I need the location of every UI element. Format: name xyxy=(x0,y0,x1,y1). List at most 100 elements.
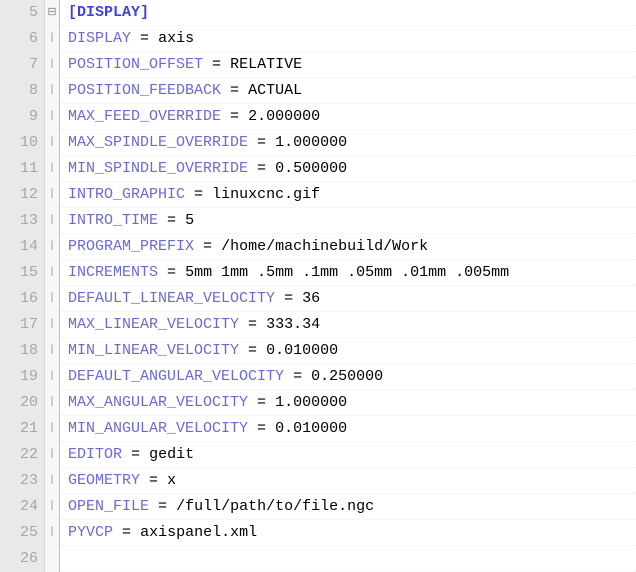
code-text[interactable]: DISPLAY = axis xyxy=(60,26,636,52)
ini-key: MIN_ANGULAR_VELOCITY xyxy=(68,420,248,437)
ini-value: 36 xyxy=(302,290,320,307)
code-text[interactable]: MAX_SPINDLE_OVERRIDE = 1.000000 xyxy=(60,130,636,156)
section-header: [DISPLAY] xyxy=(68,4,149,21)
code-line[interactable]: 21|MIN_ANGULAR_VELOCITY = 0.010000 xyxy=(0,416,636,442)
code-line[interactable]: 12|INTRO_GRAPHIC = linuxcnc.gif xyxy=(0,182,636,208)
fold-margin: | xyxy=(45,286,60,312)
fold-margin: | xyxy=(45,52,60,78)
code-line[interactable]: 26 xyxy=(0,546,636,572)
ini-value: 0.250000 xyxy=(311,368,383,385)
fold-margin: | xyxy=(45,104,60,130)
line-number: 21 xyxy=(0,416,45,442)
equals-sign: = xyxy=(131,446,140,463)
line-number: 26 xyxy=(0,546,45,572)
ini-key: INTRO_TIME xyxy=(68,212,158,229)
code-text[interactable]: GEOMETRY = x xyxy=(60,468,636,494)
ini-value: RELATIVE xyxy=(230,56,302,73)
equals-sign: = xyxy=(122,524,131,541)
code-line[interactable]: 6|DISPLAY = axis xyxy=(0,26,636,52)
line-number: 22 xyxy=(0,442,45,468)
code-line[interactable]: 23|GEOMETRY = x xyxy=(0,468,636,494)
ini-key: MAX_FEED_OVERRIDE xyxy=(68,108,221,125)
code-line[interactable]: 8|POSITION_FEEDBACK = ACTUAL xyxy=(0,78,636,104)
code-text[interactable]: INTRO_TIME = 5 xyxy=(60,208,636,234)
code-line[interactable]: 25|PYVCP = axispanel.xml xyxy=(0,520,636,546)
fold-margin xyxy=(45,546,60,572)
ini-key: INCREMENTS xyxy=(68,264,158,281)
code-text[interactable]: POSITION_OFFSET = RELATIVE xyxy=(60,52,636,78)
code-line[interactable]: 20|MAX_ANGULAR_VELOCITY = 1.000000 xyxy=(0,390,636,416)
fold-margin: | xyxy=(45,468,60,494)
line-number: 5 xyxy=(0,0,45,26)
code-text[interactable]: [DISPLAY] xyxy=(60,0,636,26)
fold-margin[interactable]: ⊟ xyxy=(45,0,60,26)
line-number: 14 xyxy=(0,234,45,260)
ini-value: 1.000000 xyxy=(275,394,347,411)
ini-key: MIN_SPINDLE_OVERRIDE xyxy=(68,160,248,177)
fold-collapse-icon[interactable]: ⊟ xyxy=(47,8,56,19)
fold-margin: | xyxy=(45,208,60,234)
code-text[interactable]: MAX_LINEAR_VELOCITY = 333.34 xyxy=(60,312,636,338)
line-number: 18 xyxy=(0,338,45,364)
line-number: 16 xyxy=(0,286,45,312)
code-editor[interactable]: 5⊟[DISPLAY]6|DISPLAY = axis7|POSITION_OF… xyxy=(0,0,636,572)
code-line[interactable]: 19|DEFAULT_ANGULAR_VELOCITY = 0.250000 xyxy=(0,364,636,390)
fold-margin: | xyxy=(45,234,60,260)
code-line[interactable]: 22|EDITOR = gedit xyxy=(0,442,636,468)
ini-value: gedit xyxy=(149,446,194,463)
equals-sign: = xyxy=(293,368,302,385)
line-number: 17 xyxy=(0,312,45,338)
code-line[interactable]: 15|INCREMENTS = 5mm 1mm .5mm .1mm .05mm … xyxy=(0,260,636,286)
ini-value: 0.010000 xyxy=(275,420,347,437)
ini-value: 5mm 1mm .5mm .1mm .05mm .01mm .005mm xyxy=(185,264,509,281)
equals-sign: = xyxy=(248,342,257,359)
code-line[interactable]: 24|OPEN_FILE = /full/path/to/file.ngc xyxy=(0,494,636,520)
equals-sign: = xyxy=(230,82,239,99)
code-text[interactable]: INTRO_GRAPHIC = linuxcnc.gif xyxy=(60,182,636,208)
code-line[interactable]: 9|MAX_FEED_OVERRIDE = 2.000000 xyxy=(0,104,636,130)
code-line[interactable]: 10|MAX_SPINDLE_OVERRIDE = 1.000000 xyxy=(0,130,636,156)
fold-margin: | xyxy=(45,390,60,416)
code-text[interactable]: DEFAULT_LINEAR_VELOCITY = 36 xyxy=(60,286,636,312)
code-text[interactable]: MIN_LINEAR_VELOCITY = 0.010000 xyxy=(60,338,636,364)
code-text[interactable]: INCREMENTS = 5mm 1mm .5mm .1mm .05mm .01… xyxy=(60,260,636,286)
ini-key: PROGRAM_PREFIX xyxy=(68,238,194,255)
equals-sign: = xyxy=(257,420,266,437)
code-text[interactable]: DEFAULT_ANGULAR_VELOCITY = 0.250000 xyxy=(60,364,636,390)
code-line[interactable]: 18|MIN_LINEAR_VELOCITY = 0.010000 xyxy=(0,338,636,364)
code-text[interactable]: OPEN_FILE = /full/path/to/file.ngc xyxy=(60,494,636,520)
fold-margin: | xyxy=(45,26,60,52)
code-text[interactable]: MIN_ANGULAR_VELOCITY = 0.010000 xyxy=(60,416,636,442)
code-text[interactable]: PROGRAM_PREFIX = /home/machinebuild/Work xyxy=(60,234,636,260)
code-text[interactable]: PYVCP = axispanel.xml xyxy=(60,520,636,546)
code-text[interactable]: MIN_SPINDLE_OVERRIDE = 0.500000 xyxy=(60,156,636,182)
code-text[interactable] xyxy=(60,546,636,572)
ini-key: OPEN_FILE xyxy=(68,498,149,515)
line-number: 8 xyxy=(0,78,45,104)
fold-margin: | xyxy=(45,520,60,546)
equals-sign: = xyxy=(284,290,293,307)
ini-key: MIN_LINEAR_VELOCITY xyxy=(68,342,239,359)
code-text[interactable]: MAX_FEED_OVERRIDE = 2.000000 xyxy=(60,104,636,130)
ini-key: INTRO_GRAPHIC xyxy=(68,186,185,203)
line-number: 6 xyxy=(0,26,45,52)
ini-key: MAX_LINEAR_VELOCITY xyxy=(68,316,239,333)
ini-key: POSITION_FEEDBACK xyxy=(68,82,221,99)
code-line[interactable]: 13|INTRO_TIME = 5 xyxy=(0,208,636,234)
code-line[interactable]: 5⊟ [DISPLAY] xyxy=(0,0,636,26)
fold-margin: | xyxy=(45,182,60,208)
fold-margin: | xyxy=(45,78,60,104)
line-number: 11 xyxy=(0,156,45,182)
code-line[interactable]: 14|PROGRAM_PREFIX = /home/machinebuild/W… xyxy=(0,234,636,260)
ini-key: POSITION_OFFSET xyxy=(68,56,203,73)
code-text[interactable]: EDITOR = gedit xyxy=(60,442,636,468)
code-line[interactable]: 7|POSITION_OFFSET = RELATIVE xyxy=(0,52,636,78)
line-number: 24 xyxy=(0,494,45,520)
code-line[interactable]: 17|MAX_LINEAR_VELOCITY = 333.34 xyxy=(0,312,636,338)
code-text[interactable]: POSITION_FEEDBACK = ACTUAL xyxy=(60,78,636,104)
ini-value: 5 xyxy=(185,212,194,229)
ini-value: axis xyxy=(158,30,194,47)
code-line[interactable]: 11|MIN_SPINDLE_OVERRIDE = 0.500000 xyxy=(0,156,636,182)
code-text[interactable]: MAX_ANGULAR_VELOCITY = 1.000000 xyxy=(60,390,636,416)
code-line[interactable]: 16|DEFAULT_LINEAR_VELOCITY = 36 xyxy=(0,286,636,312)
